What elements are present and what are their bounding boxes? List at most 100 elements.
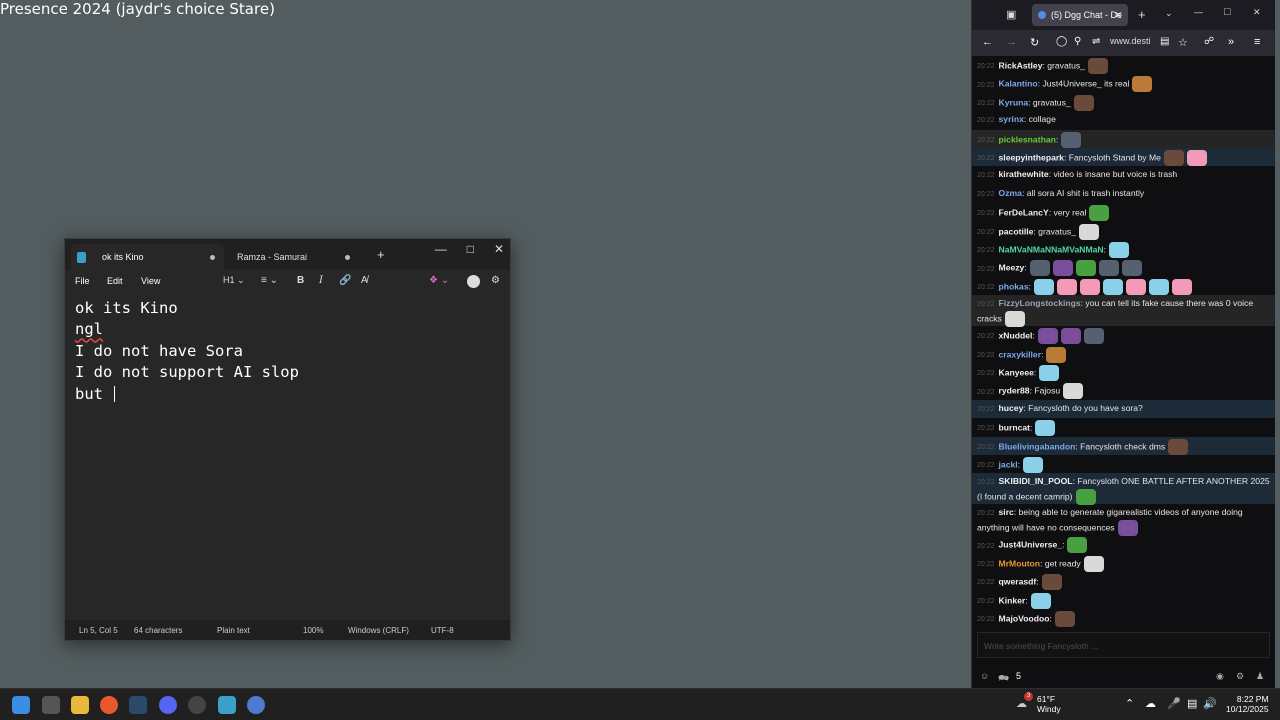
emote-icon[interactable] <box>1103 278 1124 295</box>
emote-icon[interactable] <box>1034 278 1055 295</box>
emote-icon[interactable] <box>1004 311 1025 328</box>
emote-icon[interactable] <box>1060 328 1081 345</box>
message-username[interactable]: FerDeLancY <box>999 207 1049 217</box>
maximize-icon[interactable]: □ <box>1224 6 1231 18</box>
emote-icon[interactable] <box>1078 223 1099 240</box>
emote-icon[interactable] <box>1109 242 1129 258</box>
extensions-icon[interactable]: ☍ <box>1204 36 1214 47</box>
emote-icon[interactable] <box>1121 260 1142 277</box>
emote-icon[interactable] <box>1080 278 1101 295</box>
message-username[interactable]: craxykiller <box>999 349 1042 359</box>
emote-icon[interactable] <box>1075 260 1096 277</box>
clear-format-icon[interactable]: A̸ <box>361 275 368 286</box>
emote-icon[interactable] <box>1023 457 1044 473</box>
emote-icon[interactable] <box>1075 489 1096 506</box>
message-username[interactable]: SKIBIDI_IN_POOL <box>999 476 1073 486</box>
message-username[interactable]: Kinker <box>999 595 1026 605</box>
discord-icon[interactable] <box>159 696 177 714</box>
emote-picker-icon[interactable]: ☺ <box>980 671 989 681</box>
emote-icon[interactable] <box>1063 383 1084 400</box>
message-username[interactable]: Kalantino <box>999 79 1038 89</box>
message-username[interactable]: Meezy <box>999 263 1025 273</box>
overflow-icon[interactable]: » <box>1228 36 1234 48</box>
message-username[interactable]: sirc <box>999 507 1014 517</box>
message-username[interactable]: NaMVaNMaNNaMVaNMaN <box>999 244 1104 254</box>
emote-icon[interactable] <box>1037 328 1058 345</box>
message-username[interactable]: picklesnathan <box>999 134 1056 144</box>
clock[interactable]: 8:22 PM 10/12/2025 <box>1226 694 1269 714</box>
emote-icon[interactable] <box>1083 555 1104 572</box>
message-username[interactable]: burncat <box>999 422 1031 432</box>
link-icon[interactable]: 🔗 <box>339 275 351 286</box>
copilot-icon[interactable]: ❖ ⌄ <box>429 275 449 286</box>
emote-icon[interactable] <box>1132 76 1153 93</box>
emote-icon[interactable] <box>1126 278 1147 295</box>
task-view-icon[interactable] <box>42 696 60 714</box>
bookmark-star-icon[interactable]: ☆ <box>1178 36 1188 49</box>
heading-dropdown[interactable]: H1 ⌄ <box>223 275 245 286</box>
emote-icon[interactable] <box>1117 520 1138 537</box>
message-username[interactable]: RickAstley <box>999 60 1043 70</box>
tab-overview-icon[interactable]: ▣ <box>1006 8 1016 21</box>
emote-icon[interactable] <box>1061 131 1082 148</box>
bold-icon[interactable]: B <box>297 275 304 286</box>
emote-icon[interactable] <box>1083 328 1104 345</box>
file-explorer-icon[interactable] <box>71 696 89 714</box>
display-icon[interactable]: ▤ <box>1187 697 1197 710</box>
lock-icon[interactable]: ⚲ <box>1074 36 1081 47</box>
menu-file[interactable]: File <box>75 276 90 286</box>
firefox-icon[interactable] <box>100 696 118 714</box>
microphone-icon[interactable]: 🎤 <box>1167 697 1181 710</box>
shield-icon[interactable]: ◯ <box>1056 36 1067 47</box>
message-username[interactable]: jackl <box>999 459 1018 469</box>
weather-widget[interactable]: 61°F Windy <box>1037 694 1061 714</box>
message-username[interactable]: sleepyinthepark <box>999 152 1064 162</box>
volume-icon[interactable]: 🔊 <box>1203 697 1217 710</box>
emote-icon[interactable] <box>1163 150 1184 166</box>
menu-icon[interactable]: ≡ <box>1254 36 1260 48</box>
message-username[interactable]: FizzyLongstockings <box>999 298 1081 308</box>
whispers-icon[interactable]: 🗪 <box>998 671 1009 687</box>
settings-gear-icon[interactable]: ⚙ <box>491 275 500 286</box>
message-username[interactable]: xNuddel <box>999 330 1033 340</box>
emote-icon[interactable] <box>1041 574 1062 591</box>
back-icon[interactable]: ← <box>982 36 993 48</box>
emote-icon[interactable] <box>1052 260 1073 277</box>
message-username[interactable]: ryder88 <box>999 386 1030 396</box>
emote-icon[interactable] <box>1172 278 1193 295</box>
chat-log[interactable]: 20:22 RickAstley: gravatus_ 20:22 Kalantino… <box>972 56 1275 628</box>
notepad-taskbar-icon[interactable] <box>218 696 236 714</box>
emote-icon[interactable] <box>1054 611 1075 627</box>
close-icon[interactable]: ✕ <box>1253 7 1261 18</box>
tab-ok-its-kino[interactable]: ok its Kino <box>71 244 224 270</box>
start-windows-icon[interactable] <box>12 696 30 714</box>
message-username[interactable]: MrMouton <box>999 558 1041 568</box>
message-username[interactable]: Ozma <box>999 188 1022 198</box>
message-username[interactable]: MajoVoodoo <box>999 613 1050 623</box>
message-username[interactable]: hucey <box>999 403 1024 413</box>
tab-list-icon[interactable]: ⌄ <box>1165 8 1173 19</box>
emote-icon[interactable] <box>1168 438 1189 455</box>
format-status[interactable]: Plain text <box>217 626 250 635</box>
obs-icon[interactable] <box>188 696 206 714</box>
emote-icon[interactable] <box>1067 537 1088 554</box>
emote-icon[interactable] <box>1039 365 1060 381</box>
emote-icon[interactable] <box>1088 58 1108 74</box>
message-username[interactable]: pacotille <box>999 226 1034 236</box>
emote-icon[interactable] <box>1030 592 1051 609</box>
steam-icon[interactable] <box>129 696 147 714</box>
account-icon[interactable] <box>467 275 480 288</box>
url-bar[interactable]: www.desti <box>1110 36 1151 46</box>
new-tab-icon[interactable]: + <box>1138 7 1146 22</box>
permissions-icon[interactable]: ⇌ <box>1092 36 1100 47</box>
emote-icon[interactable] <box>1035 420 1056 437</box>
settings-icon[interactable]: ⚙ <box>1236 671 1244 682</box>
emote-icon[interactable] <box>1046 346 1067 363</box>
message-username[interactable]: Bluelivingabandon <box>999 441 1076 451</box>
new-tab-icon[interactable]: + <box>377 247 385 262</box>
emote-icon[interactable] <box>1089 205 1110 222</box>
onedrive-icon[interactable]: ☁ <box>1145 697 1156 710</box>
maximize-icon[interactable]: □ <box>467 242 474 256</box>
reader-view-icon[interactable]: ▤ <box>1160 36 1169 47</box>
eye-icon[interactable]: ◉ <box>1216 671 1224 682</box>
